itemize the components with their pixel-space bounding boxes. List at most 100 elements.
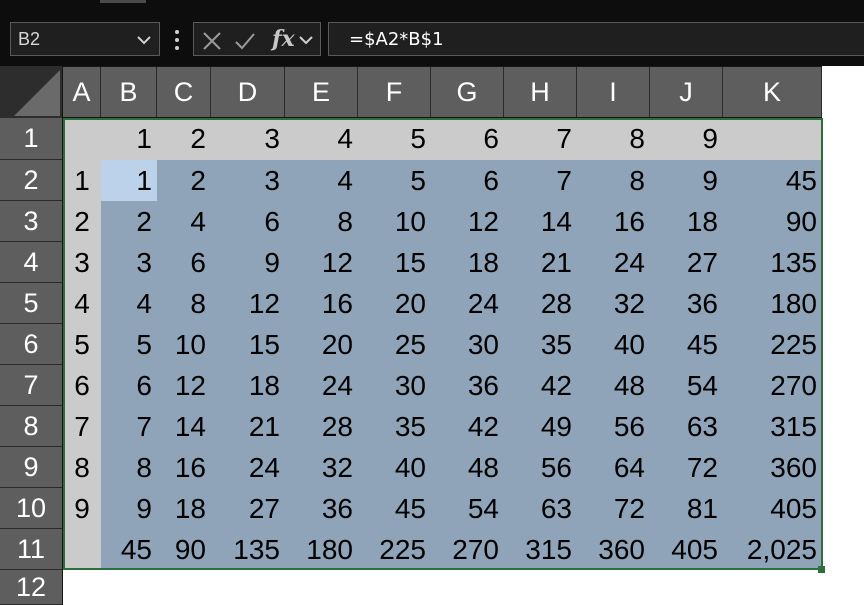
cell-b10[interactable]: 9 [101, 488, 157, 529]
cell-h3[interactable]: 14 [504, 201, 577, 242]
row-header-9[interactable]: 9 [0, 447, 62, 488]
cell-i8[interactable]: 56 [577, 406, 650, 447]
cell-a6[interactable]: 5 [63, 324, 101, 365]
cell-k1[interactable] [723, 118, 822, 160]
cell-e8[interactable]: 28 [285, 406, 358, 447]
cell-a1[interactable] [63, 118, 101, 160]
cell-c8[interactable]: 14 [157, 406, 211, 447]
cell-k10[interactable]: 405 [723, 488, 822, 529]
cell-c9[interactable]: 16 [157, 447, 211, 488]
cell-h4[interactable]: 21 [504, 242, 577, 283]
cell-i2[interactable]: 8 [577, 160, 650, 201]
cell-b3[interactable]: 2 [101, 201, 157, 242]
cell-a8[interactable]: 7 [63, 406, 101, 447]
cell-j9[interactable]: 72 [650, 447, 723, 488]
cell-b7[interactable]: 6 [101, 365, 157, 406]
column-header-a[interactable]: A [63, 67, 101, 117]
cell-f11[interactable]: 225 [358, 529, 431, 570]
cell-g6[interactable]: 30 [431, 324, 504, 365]
cell-i7[interactable]: 48 [577, 365, 650, 406]
check-icon[interactable] [234, 30, 256, 52]
cell-c1[interactable]: 2 [157, 118, 211, 160]
cell-c5[interactable]: 8 [157, 283, 211, 324]
fill-handle[interactable] [818, 566, 825, 573]
cell-d4[interactable]: 9 [211, 242, 285, 283]
cell-k7[interactable]: 270 [723, 365, 822, 406]
cell-i12[interactable] [577, 570, 650, 605]
cell-k8[interactable]: 315 [723, 406, 822, 447]
cell-e2[interactable]: 4 [285, 160, 358, 201]
select-all-button[interactable] [0, 66, 62, 118]
cell-a7[interactable]: 6 [63, 365, 101, 406]
row-header-7[interactable]: 7 [0, 365, 62, 406]
cell-b1[interactable]: 1 [101, 118, 157, 160]
cell-a3[interactable]: 2 [63, 201, 101, 242]
cell-i9[interactable]: 64 [577, 447, 650, 488]
cell-e12[interactable] [285, 570, 358, 605]
name-box[interactable]: B2 [10, 22, 160, 56]
cell-k11[interactable]: 2,025 [723, 529, 822, 570]
cell-h7[interactable]: 42 [504, 365, 577, 406]
cell-j7[interactable]: 54 [650, 365, 723, 406]
cell-h1[interactable]: 7 [504, 118, 577, 160]
row-header-4[interactable]: 4 [0, 242, 62, 283]
cell-k6[interactable]: 225 [723, 324, 822, 365]
cell-g8[interactable]: 42 [431, 406, 504, 447]
cell-k5[interactable]: 180 [723, 283, 822, 324]
formula-input[interactable]: =$A2*B$1 [328, 22, 864, 56]
cell-j4[interactable]: 27 [650, 242, 723, 283]
cell-a5[interactable]: 4 [63, 283, 101, 324]
cell-b9[interactable]: 8 [101, 447, 157, 488]
cell-e10[interactable]: 36 [285, 488, 358, 529]
cell-b6[interactable]: 5 [101, 324, 157, 365]
vertical-dots-icon[interactable] [172, 28, 182, 52]
cell-h2[interactable]: 7 [504, 160, 577, 201]
cell-i10[interactable]: 72 [577, 488, 650, 529]
cell-a9[interactable]: 8 [63, 447, 101, 488]
cell-i6[interactable]: 40 [577, 324, 650, 365]
row-header-6[interactable]: 6 [0, 324, 62, 365]
cell-f5[interactable]: 20 [358, 283, 431, 324]
cell-h5[interactable]: 28 [504, 283, 577, 324]
cell-i4[interactable]: 24 [577, 242, 650, 283]
cell-e9[interactable]: 32 [285, 447, 358, 488]
cell-a12[interactable] [63, 570, 101, 605]
row-header-1[interactable]: 1 [0, 118, 62, 160]
cell-j6[interactable]: 45 [650, 324, 723, 365]
cell-k12[interactable] [723, 570, 822, 605]
row-header-10[interactable]: 10 [0, 488, 62, 529]
cell-i5[interactable]: 32 [577, 283, 650, 324]
cell-d8[interactable]: 21 [211, 406, 285, 447]
column-header-f[interactable]: F [358, 67, 431, 117]
cell-f12[interactable] [358, 570, 431, 605]
cell-a10[interactable]: 9 [63, 488, 101, 529]
cell-g1[interactable]: 6 [431, 118, 504, 160]
cell-g3[interactable]: 12 [431, 201, 504, 242]
cell-b11[interactable]: 45 [101, 529, 157, 570]
cell-g11[interactable]: 270 [431, 529, 504, 570]
cell-h6[interactable]: 35 [504, 324, 577, 365]
cell-a11[interactable] [63, 529, 101, 570]
fx-icon[interactable]: fx [272, 26, 300, 54]
cell-g9[interactable]: 48 [431, 447, 504, 488]
cell-f6[interactable]: 25 [358, 324, 431, 365]
cell-h8[interactable]: 49 [504, 406, 577, 447]
column-header-j[interactable]: J [650, 67, 723, 117]
cell-e6[interactable]: 20 [285, 324, 358, 365]
cell-j2[interactable]: 9 [650, 160, 723, 201]
row-header-2[interactable]: 2 [0, 160, 62, 201]
close-icon[interactable] [201, 30, 223, 52]
cell-f3[interactable]: 10 [358, 201, 431, 242]
cell-c3[interactable]: 4 [157, 201, 211, 242]
cell-b2[interactable]: 1 [101, 160, 157, 201]
cell-i3[interactable]: 16 [577, 201, 650, 242]
cell-i1[interactable]: 8 [577, 118, 650, 160]
column-header-e[interactable]: E [285, 67, 358, 117]
cell-g7[interactable]: 36 [431, 365, 504, 406]
cell-d5[interactable]: 12 [211, 283, 285, 324]
cell-c10[interactable]: 18 [157, 488, 211, 529]
cell-d3[interactable]: 6 [211, 201, 285, 242]
cell-g2[interactable]: 6 [431, 160, 504, 201]
cell-j8[interactable]: 63 [650, 406, 723, 447]
cell-h12[interactable] [504, 570, 577, 605]
